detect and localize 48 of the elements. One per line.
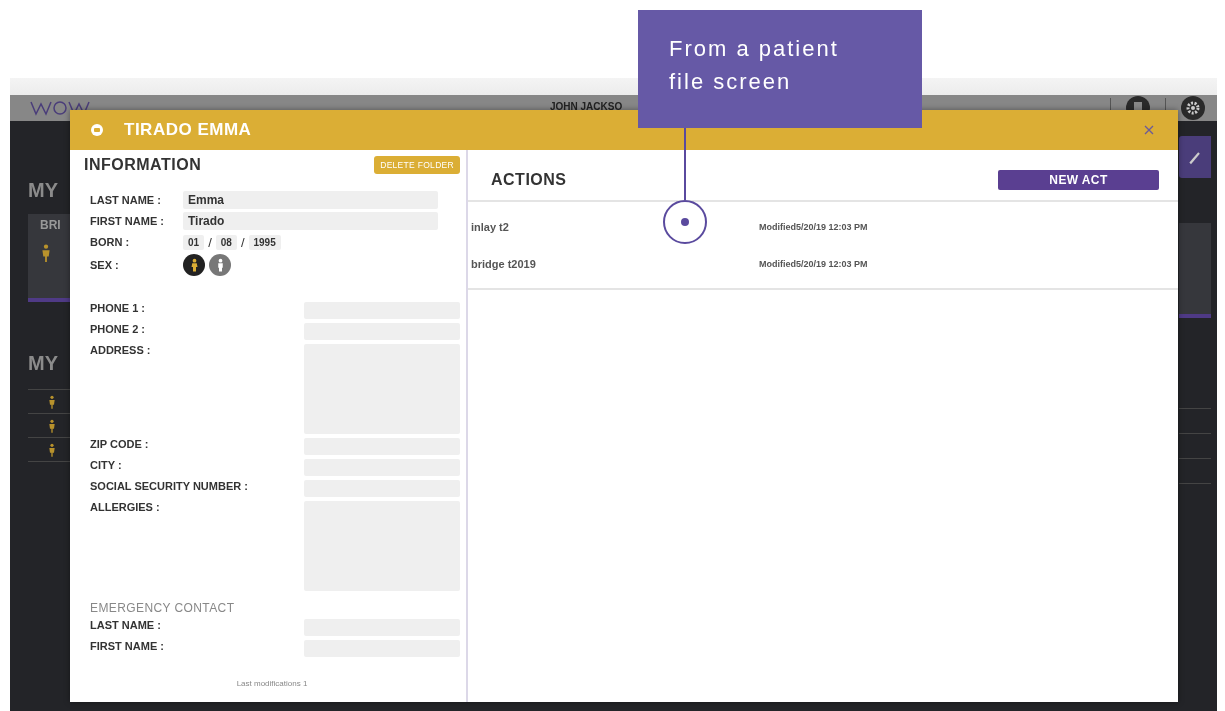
section-title: MY [28,352,59,375]
settings-icon[interactable] [1181,96,1205,120]
user-name: JOHN JACKSO [550,100,623,112]
input-field[interactable]: Emma [183,191,438,209]
field-label: CITY : [90,459,122,471]
last-modification-text: Last modifications 1 [235,679,309,690]
callout-note: From a patient file screen [638,10,922,128]
case-card[interactable]: BRI [28,214,72,302]
card-title: BRI [40,218,62,232]
person-icon [48,418,56,433]
date-separator: / [240,234,245,250]
section-title: MY [28,179,59,202]
date-field[interactable]: 01 [183,234,205,250]
field-label: SOCIAL SECURITY NUMBER : [90,480,248,492]
modal-title: TIRADO EMMA [124,120,252,140]
person-icon [40,244,52,262]
female-person-icon [189,257,199,273]
field-label: PHONE 1 : [90,302,145,314]
input-field[interactable]: Tirado [183,212,438,230]
field-label: SEX : [90,259,120,271]
field-label: LAST NAME : [90,194,162,206]
act-modified-date: Modified5/20/19 12:03 PM [759,221,868,232]
field-label: PHONE 2 : [90,323,145,335]
edit-button[interactable] [1179,136,1211,178]
field-label: FIRST NAME : [90,640,164,652]
case-card[interactable] [1179,223,1211,318]
male-option[interactable] [209,254,231,276]
field-label: ADDRESS : [90,344,151,356]
person-icon [48,442,56,457]
date-field[interactable]: 08 [215,234,237,250]
female-option[interactable] [183,254,205,276]
male-person-icon [215,257,225,273]
field-label: FIRST NAME : [90,215,165,227]
field-label: ALLERGIES : [90,501,160,513]
act-name[interactable]: bridge t2019 [471,257,759,270]
field-label: BORN : [90,236,131,248]
act-name[interactable]: inlay t2 [471,220,759,233]
folder-icon [90,123,104,137]
section-heading: ACTIONS [491,171,567,189]
date-field[interactable]: 1995 [248,234,281,250]
field-label: ZIP CODE : [90,438,149,450]
section-heading: INFORMATION [84,156,202,174]
new-act-button[interactable]: NEW ACT [998,170,1159,190]
date-separator: / [208,234,212,250]
person-icon [48,394,56,409]
field-label: LAST NAME : [90,619,161,631]
section-subheading: EMERGENCY CONTACT [90,601,236,615]
act-modified-date: Modified5/20/19 12:03 PM [759,258,868,269]
